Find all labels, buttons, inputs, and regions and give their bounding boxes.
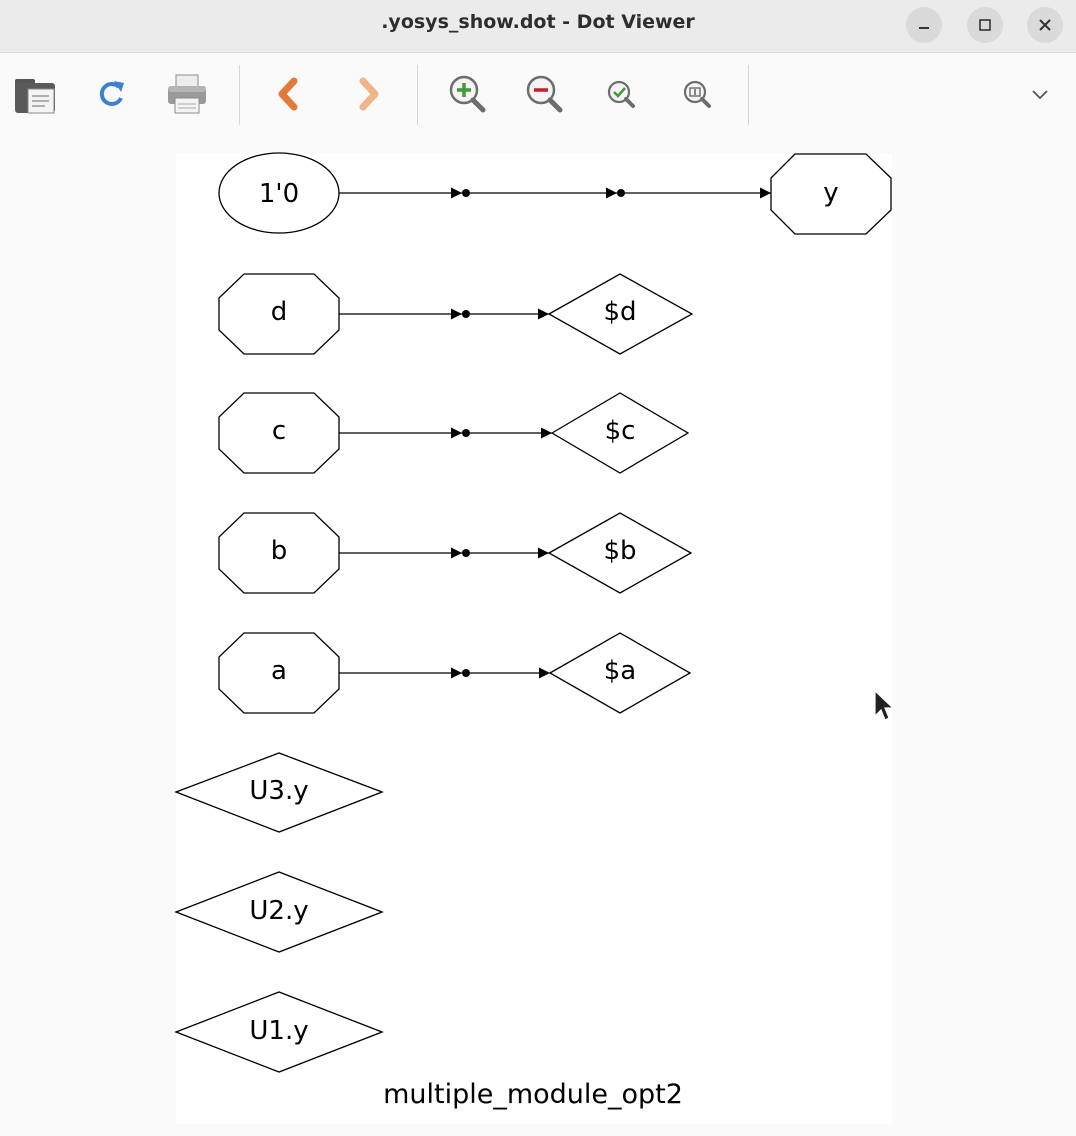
chevron-down-icon	[1032, 90, 1048, 100]
back-button[interactable]	[266, 71, 312, 117]
zoom-in-button[interactable]	[444, 71, 490, 117]
node-input-c-label: c	[272, 416, 286, 446]
folder-icon	[15, 79, 55, 114]
print-button[interactable]	[164, 71, 210, 117]
maximize-icon	[979, 19, 991, 31]
toolbar	[0, 53, 1076, 129]
node-wire-a-label: $a	[604, 656, 636, 686]
close-button[interactable]	[1027, 7, 1063, 43]
zoom-out-button[interactable]	[521, 71, 567, 117]
zoom-100-button[interactable]	[674, 71, 720, 117]
reload-button[interactable]	[88, 71, 134, 117]
zoom-100-icon	[683, 80, 711, 108]
node-input-d-label: d	[271, 297, 288, 327]
node-input-b-label: b	[271, 536, 288, 566]
junction-point	[462, 429, 470, 437]
graph-title: multiple_module_opt2	[383, 1079, 683, 1110]
chevron-left-icon	[278, 77, 298, 111]
graph-drawing: 1'0 y d $d c $c b $b a $a U3.y U2.y U1.y…	[174, 152, 892, 1124]
zoom-out-icon	[526, 75, 563, 113]
node-output-y-label: y	[823, 178, 838, 208]
close-icon	[1039, 19, 1051, 31]
toolbar-separator	[239, 65, 240, 125]
node-input-a-label: a	[271, 656, 287, 686]
toolbar-separator	[748, 65, 749, 125]
node-u3-y-label: U3.y	[249, 776, 308, 806]
node-u2-y-label: U2.y	[249, 896, 308, 926]
zoom-fit-button[interactable]	[598, 71, 644, 117]
mouse-cursor-icon	[874, 690, 895, 721]
chevron-right-icon	[359, 77, 379, 111]
node-wire-b-label: $b	[603, 536, 636, 566]
minimize-icon	[919, 27, 929, 29]
reload-icon	[99, 81, 124, 106]
dot-viewer-window: .yosys_show.dot - Dot Viewer 1'0 y d $d …	[0, 0, 1076, 1136]
junction-point	[462, 189, 470, 197]
junction-point	[462, 549, 470, 557]
maximize-button[interactable]	[967, 7, 1003, 43]
junction-point	[462, 669, 470, 677]
overflow-menu-button[interactable]	[1017, 71, 1063, 117]
title-bar[interactable]: .yosys_show.dot - Dot Viewer	[0, 0, 1076, 53]
node-wire-c-label: $c	[605, 416, 636, 446]
junction-point	[617, 189, 625, 197]
graph-canvas[interactable]: 1'0 y d $d c $c b $b a $a U3.y U2.y U1.y…	[0, 130, 1076, 1136]
junction-point	[462, 310, 470, 318]
forward-button[interactable]	[345, 71, 391, 117]
zoom-in-icon	[449, 75, 486, 113]
node-wire-d-label: $d	[603, 297, 636, 327]
minimize-button[interactable]	[906, 7, 942, 43]
zoom-fit-icon	[607, 80, 635, 108]
node-u1-y-label: U1.y	[249, 1016, 308, 1046]
toolbar-separator	[417, 65, 418, 125]
node-const-label: 1'0	[259, 179, 299, 209]
open-button[interactable]	[12, 71, 58, 117]
printer-icon	[168, 74, 206, 114]
